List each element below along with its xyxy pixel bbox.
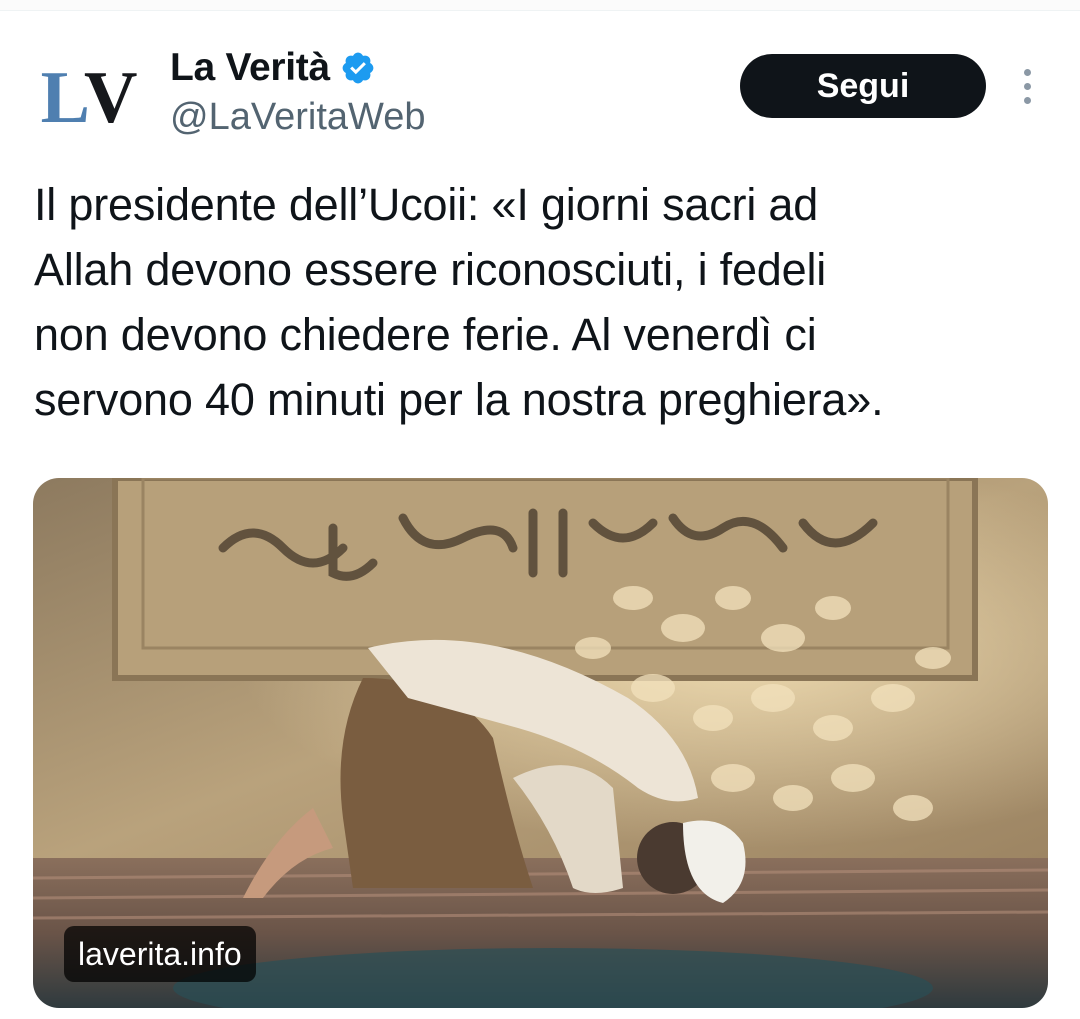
tweet-text: Il presidente dell’Ucoii: «I giorni sacr… [34, 172, 1044, 432]
more-options-icon[interactable] [1010, 62, 1044, 110]
tweet-screen: LV La Verità @LaVeritaWeb Segui Il presi… [0, 0, 1080, 1019]
tweet-text-line: non devono chiedere ferie. Al venerdì ci [34, 309, 817, 360]
avatar-letter-l: L [40, 57, 90, 139]
more-dot [1023, 96, 1031, 104]
tweet-text-line: Il presidente dell’Ucoii: «I giorni sacr… [34, 179, 819, 230]
more-dot [1023, 68, 1031, 76]
display-name[interactable]: La Verità [170, 46, 330, 90]
more-dot [1023, 82, 1031, 90]
avatar[interactable]: LV [34, 52, 138, 144]
follow-button[interactable]: Segui [740, 54, 986, 118]
link-domain-label[interactable]: laverita.info [64, 926, 256, 982]
display-name-row[interactable]: La Verità [170, 44, 376, 92]
tweet-text-line: servono 40 minuti per la nostra preghier… [34, 374, 884, 425]
tweet-text-line: Allah devono essere riconosciuti, i fede… [34, 244, 827, 295]
verified-badge-icon [342, 52, 374, 84]
top-divider [0, 0, 1080, 11]
account-handle[interactable]: @LaVeritaWeb [170, 96, 425, 139]
avatar-letter-v: V [83, 57, 138, 139]
